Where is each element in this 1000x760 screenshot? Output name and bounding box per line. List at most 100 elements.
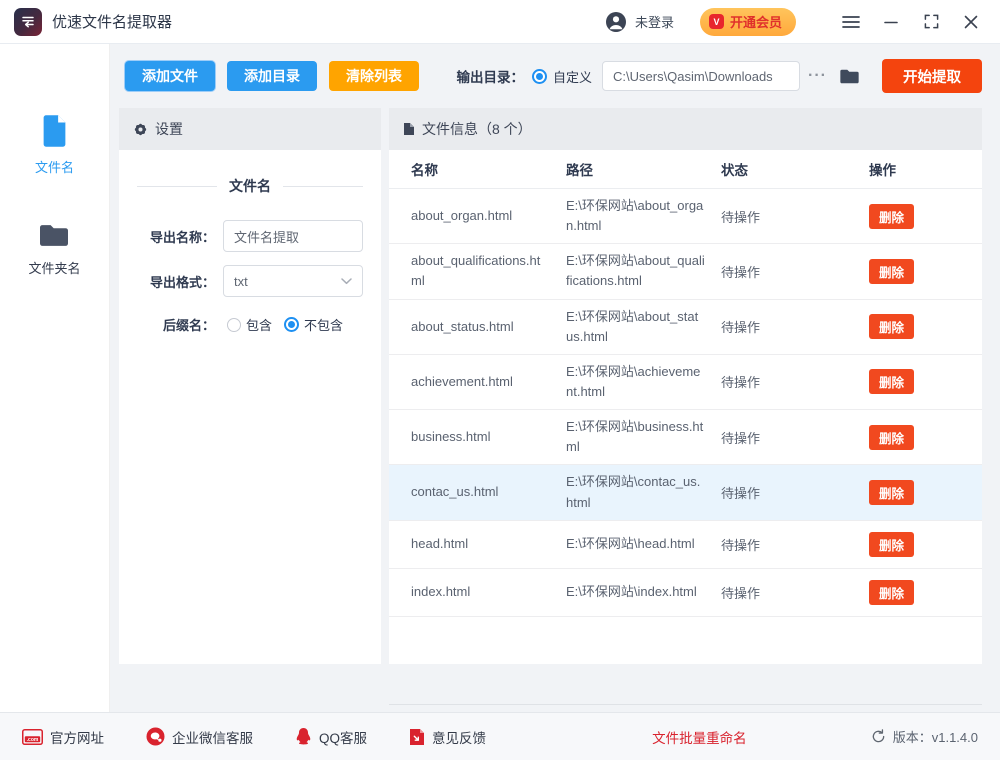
file-status-cell: 待操作 — [721, 483, 869, 502]
clear-list-button[interactable]: 清除列表 — [329, 61, 419, 91]
wechat-service-link[interactable]: 企业微信客服 — [146, 727, 253, 747]
version-info: 版本：v1.1.4.0 — [871, 727, 978, 746]
file-name-cell: contac_us.html — [411, 482, 566, 502]
file-path-cell: E:\环保网站\about_status.html — [566, 307, 721, 347]
sidebar: 文件名 文件夹名 — [0, 44, 110, 712]
feedback-icon — [409, 728, 425, 746]
file-path-cell: E:\环保网站\business.html — [566, 417, 721, 457]
close-button[interactable] — [958, 9, 984, 35]
maximize-icon — [924, 14, 939, 29]
folder-open-icon — [839, 68, 860, 85]
vip-icon: V — [709, 14, 724, 29]
settings-panel: 设置 文件名 导出名称： 导出格式： txt — [119, 108, 381, 664]
official-website-link[interactable]: .com 官方网址 — [22, 727, 104, 747]
qq-service-link[interactable]: QQ客服 — [295, 727, 367, 747]
file-status-cell: 待操作 — [721, 583, 869, 602]
file-name-cell: achievement.html — [411, 372, 566, 392]
delete-button[interactable]: 删除 — [869, 314, 914, 339]
user-icon — [605, 11, 627, 33]
export-name-input[interactable] — [223, 220, 363, 252]
minimize-icon — [884, 15, 898, 29]
suffix-label: 后缀名： — [137, 315, 215, 334]
menu-button[interactable] — [838, 9, 864, 35]
browse-more-button[interactable]: ··· — [800, 67, 835, 85]
app-logo-icon — [14, 8, 42, 36]
add-directory-button[interactable]: 添加目录 — [227, 61, 317, 91]
content-area: 添加文件 添加目录 清除列表 输出目录： 自定义 ··· 开始提取 设 — [110, 44, 1000, 712]
table-row[interactable]: index.html E:\环保网站\index.html 待操作 删除 — [389, 569, 982, 617]
minimize-button[interactable] — [878, 9, 904, 35]
delete-button[interactable]: 删除 — [869, 532, 914, 557]
suffix-include-radio[interactable]: 包含 — [227, 315, 272, 334]
table-row[interactable]: about_organ.html E:\环保网站\about_organ.htm… — [389, 189, 982, 244]
file-path-cell: E:\环保网站\about_qualifications.html — [566, 251, 721, 291]
file-name-cell: about_status.html — [411, 317, 566, 337]
delete-button[interactable]: 删除 — [869, 580, 914, 605]
delete-button[interactable]: 删除 — [869, 480, 914, 505]
file-status-cell: 待操作 — [721, 207, 869, 226]
output-path-input[interactable] — [602, 61, 800, 91]
app-title: 优速文件名提取器 — [52, 11, 172, 32]
chevron-down-icon — [341, 278, 352, 285]
wechat-icon — [146, 727, 165, 746]
file-icon — [40, 114, 69, 148]
delete-button[interactable]: 删除 — [869, 204, 914, 229]
maximize-button[interactable] — [918, 9, 944, 35]
file-name-cell: head.html — [411, 534, 566, 554]
start-extract-button[interactable]: 开始提取 — [882, 59, 982, 93]
file-status-cell: 待操作 — [721, 262, 869, 281]
footer: .com 官方网址 企业微信客服 QQ客服 意见反馈 文件批量重命名 版本：v1… — [0, 712, 1000, 760]
file-path-cell: E:\环保网站\head.html — [566, 534, 721, 554]
close-icon — [964, 15, 978, 29]
refresh-icon — [871, 729, 886, 744]
export-name-label: 导出名称： — [137, 227, 215, 246]
col-status: 状态 — [721, 159, 869, 179]
col-action: 操作 — [869, 159, 982, 179]
file-name-cell: about_qualifications.html — [411, 251, 566, 291]
open-folder-button[interactable] — [835, 68, 864, 85]
file-status-cell: 待操作 — [721, 535, 869, 554]
add-file-button[interactable]: 添加文件 — [125, 61, 215, 91]
toolbar: 添加文件 添加目录 清除列表 输出目录： 自定义 ··· 开始提取 — [110, 44, 1000, 108]
export-format-select[interactable]: txt — [223, 265, 363, 297]
sidebar-item-foldername[interactable]: 文件夹名 — [28, 222, 80, 277]
file-table-body: about_organ.html E:\环保网站\about_organ.htm… — [389, 189, 982, 617]
document-icon — [403, 122, 415, 136]
file-info-panel: 文件信息（8 个） 名称 路径 状态 操作 about_organ.html E… — [389, 108, 982, 664]
feedback-link[interactable]: 意见反馈 — [409, 727, 486, 747]
table-row[interactable]: about_status.html E:\环保网站\about_status.h… — [389, 300, 982, 355]
file-info-header: 文件信息（8 个） — [389, 108, 982, 150]
settings-panel-header: 设置 — [119, 108, 381, 150]
file-path-cell: E:\环保网站\index.html — [566, 582, 721, 602]
gear-icon — [133, 122, 148, 137]
batch-rename-link[interactable]: 文件批量重命名 — [652, 727, 747, 747]
vip-button[interactable]: V 开通会员 — [700, 8, 796, 36]
table-row[interactable]: contac_us.html E:\环保网站\contac_us.html 待操… — [389, 465, 982, 520]
custom-output-label: 自定义 — [553, 67, 592, 86]
col-name: 名称 — [411, 159, 566, 179]
table-row[interactable]: head.html E:\环保网站\head.html 待操作 删除 — [389, 521, 982, 569]
table-column-headers: 名称 路径 状态 操作 — [389, 150, 982, 189]
output-dir-label: 输出目录： — [457, 66, 525, 86]
delete-button[interactable]: 删除 — [869, 259, 914, 284]
table-row[interactable]: business.html E:\环保网站\business.html 待操作 … — [389, 410, 982, 465]
file-status-cell: 待操作 — [721, 317, 869, 336]
hamburger-icon — [842, 15, 860, 29]
file-name-cell: about_organ.html — [411, 206, 566, 226]
custom-output-radio[interactable] — [532, 69, 547, 84]
file-path-cell: E:\环保网站\about_organ.html — [566, 196, 721, 236]
delete-button[interactable]: 删除 — [869, 369, 914, 394]
login-button[interactable]: 未登录 — [605, 11, 674, 33]
file-name-cell: business.html — [411, 427, 566, 447]
sidebar-item-filename[interactable]: 文件名 — [35, 114, 74, 176]
table-row[interactable]: about_qualifications.html E:\环保网站\about_… — [389, 244, 982, 299]
settings-section-title: 文件名 — [137, 176, 363, 196]
qq-icon — [295, 727, 312, 746]
file-status-cell: 待操作 — [721, 372, 869, 391]
file-path-cell: E:\环保网站\achievement.html — [566, 362, 721, 402]
delete-button[interactable]: 删除 — [869, 425, 914, 450]
svg-text:.com: .com — [27, 736, 39, 742]
suffix-exclude-radio[interactable]: 不包含 — [284, 315, 343, 334]
table-row[interactable]: achievement.html E:\环保网站\achievement.htm… — [389, 355, 982, 410]
file-name-cell: index.html — [411, 582, 566, 602]
